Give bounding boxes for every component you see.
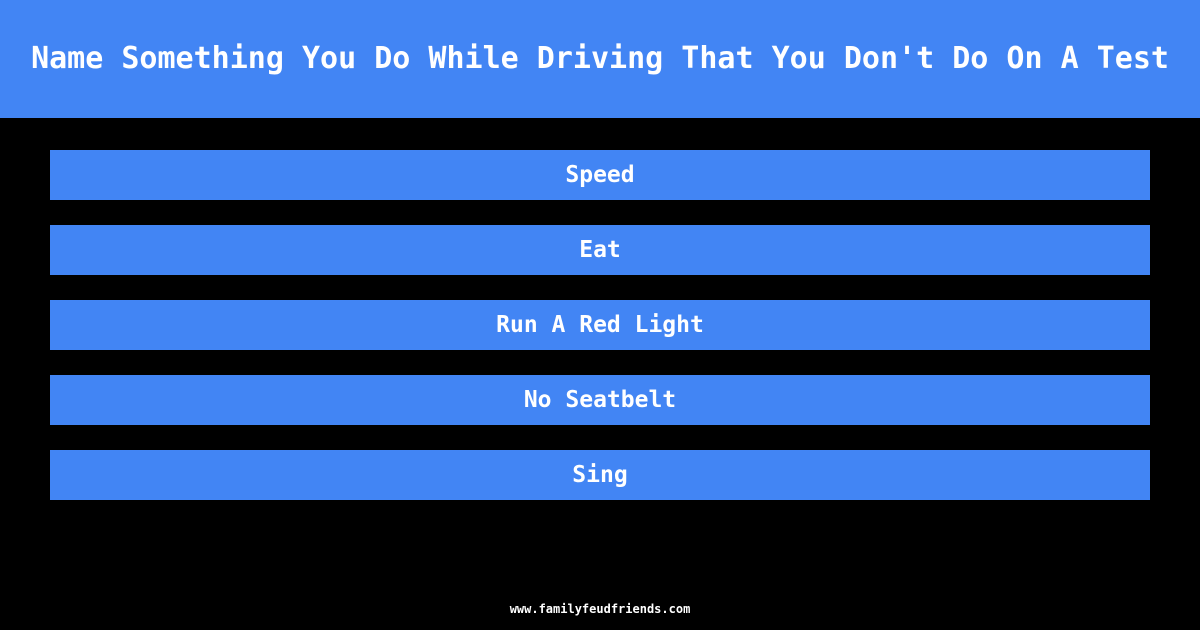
answer-label: Speed <box>565 161 635 188</box>
answer-label: Run A Red Light <box>496 311 704 338</box>
footer: www.familyfeudfriends.com <box>0 598 1200 617</box>
answer-row-1[interactable]: Speed <box>50 150 1150 200</box>
page-title: Name Something You Do While Driving That… <box>31 40 1169 76</box>
answer-label: Sing <box>572 461 628 488</box>
answer-list: Speed Eat Run A Red Light No Seatbelt Si… <box>50 150 1150 500</box>
site-url: www.familyfeudfriends.com <box>509 602 691 616</box>
answer-row-4[interactable]: No Seatbelt <box>50 375 1150 425</box>
answer-row-3[interactable]: Run A Red Light <box>50 300 1150 350</box>
answer-label: Eat <box>579 236 621 263</box>
question-header: Name Something You Do While Driving That… <box>0 0 1200 118</box>
answer-row-2[interactable]: Eat <box>50 225 1150 275</box>
answer-row-5[interactable]: Sing <box>50 450 1150 500</box>
answer-label: No Seatbelt <box>523 386 677 413</box>
page-root: { "page": { "background_color": "#000000… <box>0 0 1200 630</box>
